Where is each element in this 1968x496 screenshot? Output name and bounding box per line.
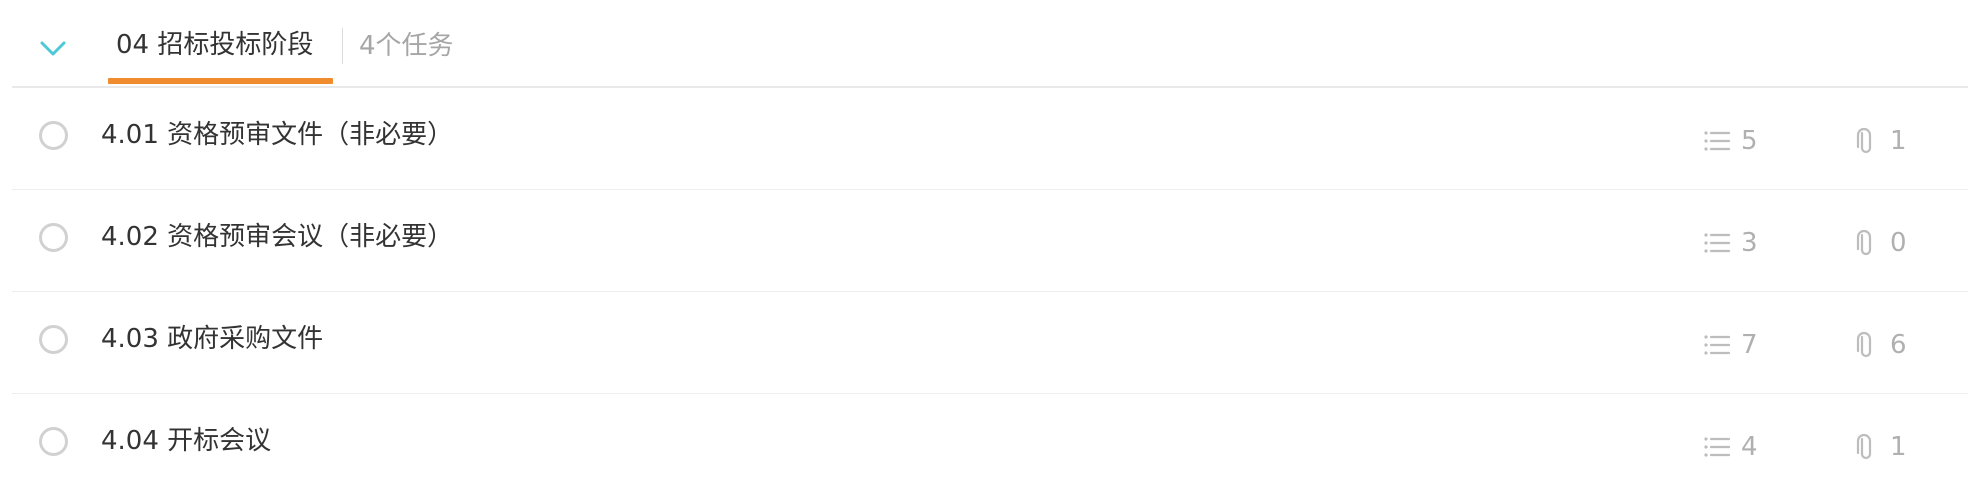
paperclip-icon — [1850, 125, 1882, 157]
attachment-count: 0 — [1850, 226, 1907, 260]
task-row[interactable]: 4.03 政府采购文件 7 6 — [12, 292, 1968, 394]
checklist-count: 4 — [1701, 430, 1758, 464]
list-icon — [1701, 125, 1733, 157]
task-row[interactable]: 4.02 资格预审会议（非必要） 3 0 — [12, 190, 1968, 292]
attachment-count-value: 6 — [1890, 330, 1907, 360]
header-divider — [342, 28, 343, 64]
task-checkbox[interactable] — [39, 223, 68, 252]
attachment-count: 1 — [1850, 124, 1907, 158]
section-header: 04 招标投标阶段 4个任务 — [12, 0, 1968, 88]
paperclip-icon — [1850, 329, 1882, 361]
task-title: 4.03 政府采购文件 — [101, 324, 324, 354]
list-icon — [1701, 227, 1733, 259]
attachment-count-value: 0 — [1890, 228, 1907, 258]
task-title: 4.02 资格预审会议（非必要） — [101, 222, 454, 252]
task-group: 04 招标投标阶段 4个任务 4.01 资格预审文件（非必要） 5 1 4.02… — [0, 0, 1968, 494]
checklist-count-value: 3 — [1741, 228, 1758, 258]
task-checkbox[interactable] — [39, 325, 68, 354]
task-checkbox[interactable] — [39, 427, 68, 456]
active-tab-underline — [108, 78, 333, 84]
checklist-count: 3 — [1701, 226, 1758, 260]
checklist-count-value: 4 — [1741, 432, 1758, 462]
task-title: 4.04 开标会议 — [101, 426, 272, 456]
paperclip-icon — [1850, 227, 1882, 259]
task-count: 4个任务 — [359, 31, 454, 61]
attachment-count: 1 — [1850, 430, 1907, 464]
attachment-count-value: 1 — [1890, 126, 1907, 156]
attachment-count: 6 — [1850, 328, 1907, 362]
list-icon — [1701, 329, 1733, 361]
task-list: 4.01 资格预审文件（非必要） 5 1 4.02 资格预审会议（非必要） 3 … — [12, 88, 1968, 496]
attachment-count-value: 1 — [1890, 432, 1907, 462]
checklist-count: 5 — [1701, 124, 1758, 158]
task-row[interactable]: 4.04 开标会议 4 1 — [12, 394, 1968, 496]
collapse-toggle[interactable] — [38, 36, 68, 60]
chevron-down-icon — [40, 41, 66, 56]
task-row[interactable]: 4.01 资格预审文件（非必要） 5 1 — [12, 88, 1968, 190]
task-checkbox[interactable] — [39, 121, 68, 150]
paperclip-icon — [1850, 431, 1882, 463]
list-icon — [1701, 431, 1733, 463]
checklist-count-value: 5 — [1741, 126, 1758, 156]
checklist-count: 7 — [1701, 328, 1758, 362]
section-title: 04 招标投标阶段 — [116, 30, 314, 60]
checklist-count-value: 7 — [1741, 330, 1758, 360]
task-title: 4.01 资格预审文件（非必要） — [101, 120, 454, 150]
